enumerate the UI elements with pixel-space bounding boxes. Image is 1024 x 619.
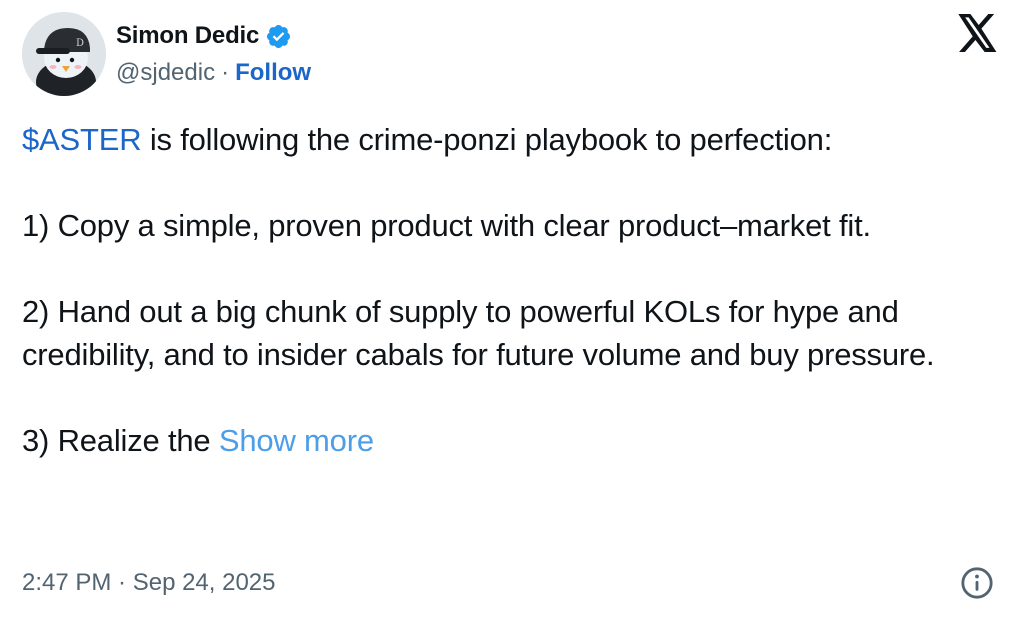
tweet-header: D Simon Dedic @sjdedic · Follow <box>22 11 311 97</box>
verified-badge-icon <box>265 23 292 50</box>
user-info: Simon Dedic @sjdedic · Follow <box>116 12 311 96</box>
tweet-text: $ASTER is following the crime-ponzi play… <box>22 118 992 462</box>
info-icon[interactable] <box>960 566 994 600</box>
tweet-point-1: 1) Copy a simple, proven product with cl… <box>22 208 871 243</box>
tweet-card: D Simon Dedic @sjdedic · Follow $ASTER i… <box>0 0 1024 619</box>
follow-button[interactable]: Follow <box>235 59 311 87</box>
tweet-timestamp[interactable]: 2:47 PM · Sep 24, 2025 <box>22 565 276 601</box>
separator-dot: · <box>221 59 230 86</box>
tweet-point-3: 3) Realize the Show more <box>22 419 992 462</box>
tweet-line-1-text: is following the crime-ponzi playbook to… <box>141 122 833 157</box>
user-handle[interactable]: @sjdedic <box>116 59 215 87</box>
show-more-link[interactable]: Show more <box>219 423 374 458</box>
svg-text:D: D <box>76 38 84 49</box>
x-logo-icon[interactable] <box>958 14 998 52</box>
tweet-line-1: $ASTER is following the crime-ponzi play… <box>22 118 992 161</box>
handle-row: @sjdedic · Follow <box>116 55 311 91</box>
name-row: Simon Dedic <box>116 17 311 55</box>
tweet-point-2: 2) Hand out a big chunk of supply to pow… <box>22 294 935 372</box>
tweet-point-3-text: 3) Realize the <box>22 423 219 458</box>
penguin-avatar-icon: D <box>22 12 106 96</box>
avatar[interactable]: D <box>22 12 106 96</box>
display-name[interactable]: Simon Dedic <box>116 22 259 50</box>
cashtag-link[interactable]: $ASTER <box>22 122 142 157</box>
